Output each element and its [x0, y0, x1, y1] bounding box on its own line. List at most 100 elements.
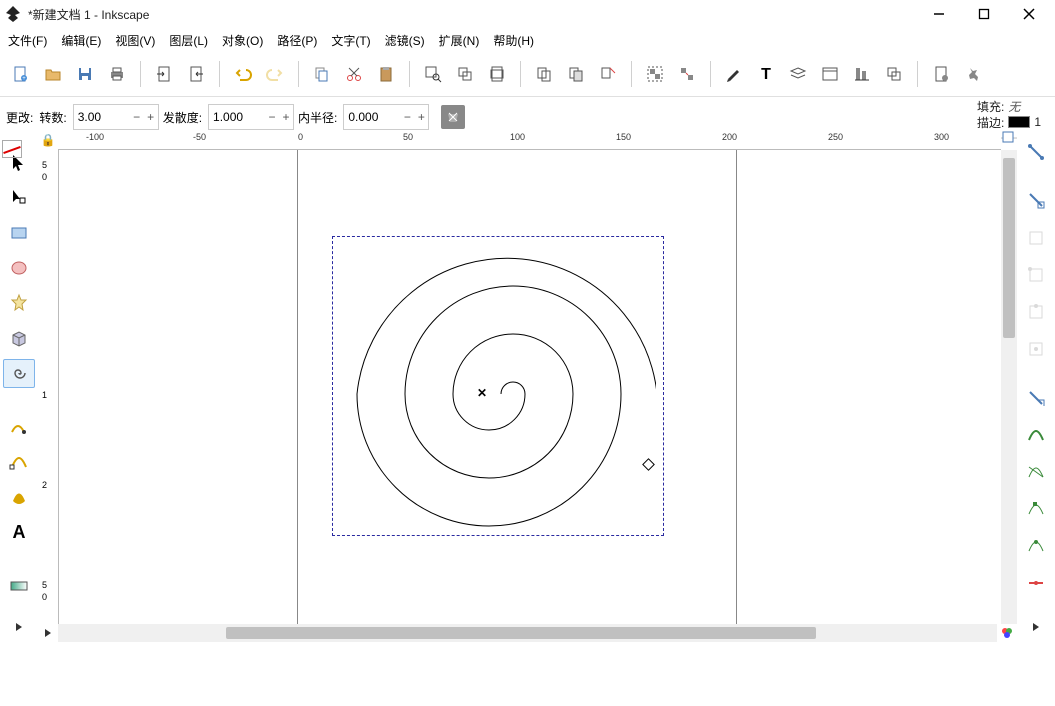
- calligraphy-tool[interactable]: [3, 483, 35, 512]
- paste-button[interactable]: [371, 59, 401, 89]
- zoom-selection-button[interactable]: [418, 59, 448, 89]
- window-close-button[interactable]: [1006, 0, 1051, 28]
- window-minimize-button[interactable]: [916, 0, 961, 28]
- spiral-center-handle[interactable]: ✕: [477, 386, 487, 400]
- text-dialog-button[interactable]: T: [751, 59, 781, 89]
- inner-radius-spinner[interactable]: − +: [343, 104, 429, 130]
- ellipse-tool[interactable]: [3, 253, 35, 282]
- canvas[interactable]: ✕: [59, 150, 1001, 624]
- menu-view[interactable]: 视图(V): [109, 30, 161, 51]
- unlink-clone-button[interactable]: [593, 59, 623, 89]
- new-document-button[interactable]: +: [6, 59, 36, 89]
- import-button[interactable]: [149, 59, 179, 89]
- 3dbox-tool[interactable]: [3, 324, 35, 353]
- menu-edit[interactable]: 编辑(E): [55, 30, 107, 51]
- duplicate-button[interactable]: [529, 59, 559, 89]
- snap-cusp-button[interactable]: [1020, 494, 1052, 525]
- menu-path[interactable]: 路径(P): [271, 30, 323, 51]
- menu-text[interactable]: 文字(T): [325, 30, 376, 51]
- turns-minus-icon[interactable]: −: [130, 106, 144, 128]
- fill-value[interactable]: 无: [1008, 98, 1020, 115]
- snap-bbox-button[interactable]: [1020, 185, 1052, 216]
- bezier-tool[interactable]: [3, 448, 35, 477]
- menubar: 文件(F) 编辑(E) 视图(V) 图层(L) 对象(O) 路径(P) 文字(T…: [0, 28, 1055, 52]
- divergence-plus-icon[interactable]: +: [279, 106, 293, 128]
- ruler-corner[interactable]: 🔒: [38, 130, 58, 150]
- cut-button[interactable]: [339, 59, 369, 89]
- palette-none-swatch[interactable]: [2, 140, 22, 158]
- zoom-page-button[interactable]: [482, 59, 512, 89]
- turns-input[interactable]: [74, 106, 130, 128]
- menu-layer[interactable]: 图层(L): [163, 30, 214, 51]
- reset-defaults-button[interactable]: [441, 105, 465, 129]
- clone-button[interactable]: [561, 59, 591, 89]
- window-maximize-button[interactable]: [961, 0, 1006, 28]
- snap-bbox-midpoint-button[interactable]: [1020, 296, 1052, 327]
- divergence-minus-icon[interactable]: −: [265, 106, 279, 128]
- turns-plus-icon[interactable]: +: [144, 106, 158, 128]
- snap-more-button[interactable]: [1020, 611, 1052, 642]
- save-button[interactable]: [70, 59, 100, 89]
- document-properties-button[interactable]: [926, 59, 956, 89]
- snap-smooth-button[interactable]: [1020, 531, 1052, 562]
- inner-radius-input[interactable]: [344, 106, 400, 128]
- turns-label: 转数:: [39, 109, 66, 126]
- menu-extension[interactable]: 扩展(N): [433, 30, 486, 51]
- layers-dialog-button[interactable]: [783, 59, 813, 89]
- horizontal-ruler[interactable]: -100 -50 0 50 100 150 200 250 300: [58, 130, 1001, 150]
- fill-stroke-dialog-button[interactable]: [719, 59, 749, 89]
- transform-dialog-button[interactable]: [879, 59, 909, 89]
- zoom-drawing-button[interactable]: [450, 59, 480, 89]
- scrollbar-thumb[interactable]: [1003, 158, 1015, 338]
- text-tool[interactable]: A: [3, 518, 35, 547]
- lock-icon: 🔒: [41, 133, 56, 147]
- turns-spinner[interactable]: − +: [73, 104, 159, 130]
- toolbox-more-button[interactable]: [3, 613, 35, 642]
- gradient-tool[interactable]: [3, 572, 35, 601]
- snap-bbox-corner-button[interactable]: [1020, 259, 1052, 290]
- menu-object[interactable]: 对象(O): [216, 30, 269, 51]
- open-button[interactable]: [38, 59, 68, 89]
- menu-help[interactable]: 帮助(H): [487, 30, 540, 51]
- color-managed-icon[interactable]: [997, 624, 1017, 642]
- ruler-tick: -50: [193, 132, 206, 142]
- fill-label: 填充:: [977, 98, 1004, 115]
- spiral-tool[interactable]: [3, 359, 35, 388]
- inner-radius-minus-icon[interactable]: −: [400, 106, 414, 128]
- menu-file[interactable]: 文件(F): [2, 30, 53, 51]
- divergence-spinner[interactable]: − +: [208, 104, 294, 130]
- stroke-swatch[interactable]: [1008, 116, 1030, 128]
- vertical-ruler[interactable]: 5 0 1 2 5 0: [38, 150, 59, 624]
- print-button[interactable]: [102, 59, 132, 89]
- snap-midpoint-button[interactable]: [1020, 568, 1052, 599]
- snap-node-button[interactable]: [1020, 382, 1052, 413]
- snap-toolbar: [1017, 130, 1055, 642]
- divergence-input[interactable]: [209, 106, 265, 128]
- snap-bbox-edge-button[interactable]: [1020, 222, 1052, 253]
- snap-enable-button[interactable]: [1020, 136, 1052, 167]
- copy-button[interactable]: [307, 59, 337, 89]
- undo-button[interactable]: [228, 59, 258, 89]
- export-button[interactable]: [181, 59, 211, 89]
- snap-path-button[interactable]: [1020, 419, 1052, 450]
- rectangle-tool[interactable]: [3, 218, 35, 247]
- guide-toggle[interactable]: [1001, 130, 1017, 150]
- quick-zoom-button[interactable]: [38, 624, 58, 642]
- preferences-button[interactable]: [958, 59, 988, 89]
- vertical-scrollbar[interactable]: [1001, 150, 1017, 624]
- inner-radius-plus-icon[interactable]: +: [414, 106, 428, 128]
- star-tool[interactable]: [3, 289, 35, 318]
- ruler-tick: -100: [86, 132, 104, 142]
- ungroup-button[interactable]: [672, 59, 702, 89]
- snap-intersection-button[interactable]: [1020, 457, 1052, 488]
- group-button[interactable]: [640, 59, 670, 89]
- pencil-tool[interactable]: [3, 413, 35, 442]
- menu-filter[interactable]: 滤镜(S): [379, 30, 431, 51]
- scrollbar-thumb[interactable]: [226, 627, 816, 639]
- redo-button[interactable]: [260, 59, 290, 89]
- xml-dialog-button[interactable]: [815, 59, 845, 89]
- horizontal-scrollbar[interactable]: [58, 624, 997, 642]
- align-dialog-button[interactable]: [847, 59, 877, 89]
- snap-bbox-center-button[interactable]: [1020, 333, 1052, 364]
- node-tool[interactable]: [3, 183, 35, 212]
